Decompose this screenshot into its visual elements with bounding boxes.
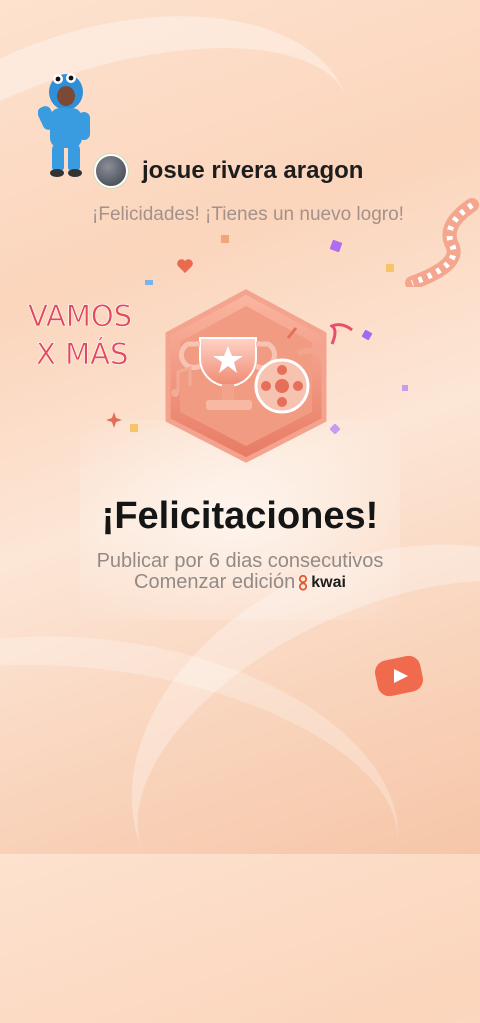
- headline: ¡Felicitaciones!: [101, 495, 379, 537]
- kwai-wordmark: kwai: [311, 573, 346, 591]
- confetti: [402, 385, 408, 391]
- play-button-decoration: [374, 655, 424, 697]
- confetti: [330, 240, 342, 252]
- confetti: [330, 424, 340, 434]
- kwai-logo: kwai: [297, 574, 346, 592]
- confetti: [362, 330, 372, 340]
- user-row: josue rivera aragon: [94, 154, 363, 188]
- confetti: [130, 424, 138, 432]
- avatar[interactable]: [94, 154, 128, 188]
- background-wave: [0, 599, 421, 1011]
- heart-decoration: [177, 259, 193, 273]
- username[interactable]: josue rivera aragon: [142, 157, 363, 185]
- svg-text:VAMOS: VAMOS: [28, 299, 132, 333]
- start-editing-row[interactable]: Comenzar edición kwai: [0, 571, 480, 594]
- confetti: [221, 235, 229, 243]
- confetti: [145, 280, 153, 285]
- film-strip-decoration: [405, 198, 479, 287]
- vamos-x-mas-sticker: VAMOS X MÁS: [28, 299, 133, 372]
- child-costume-sticker: [38, 73, 90, 177]
- achievement-description: Publicar por 6 dias consecutivos: [96, 550, 384, 572]
- ribbon-decoration: [330, 323, 353, 345]
- start-editing-label[interactable]: Comenzar edición: [134, 571, 295, 594]
- confetti: [386, 264, 394, 272]
- achievement-badge: [165, 289, 327, 463]
- kwai-logo-icon: [299, 574, 308, 591]
- svg-text:X MÁS: X MÁS: [36, 337, 128, 371]
- sparkle-decoration: [106, 412, 122, 428]
